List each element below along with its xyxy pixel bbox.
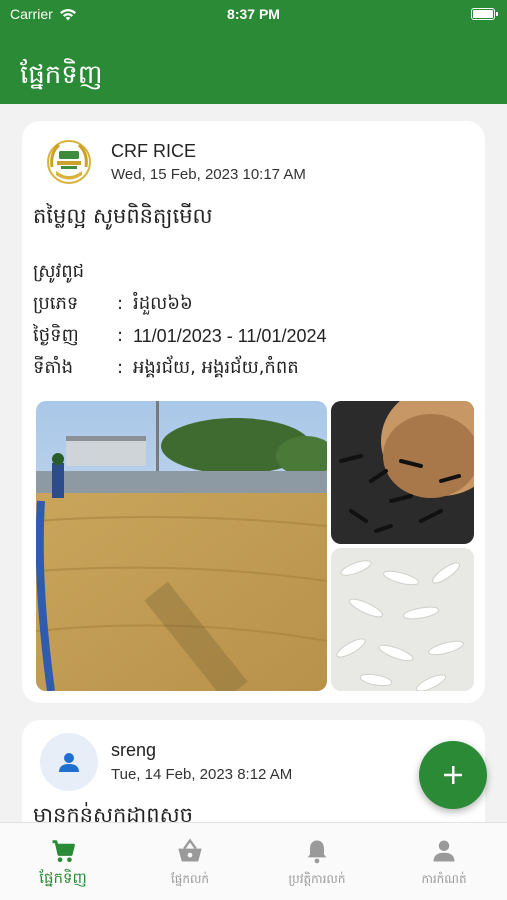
detail-value: 11/01/2023 - 11/01/2024 <box>133 326 327 346</box>
detail-label: ប្រភេទ <box>33 293 79 314</box>
detail-label: ថ្ងៃទិញ <box>33 325 79 346</box>
post-date: Tue, 14 Feb, 2023 8:12 AM <box>111 766 293 783</box>
battery-icon <box>471 8 498 20</box>
tab-label: ផ្នែកលក់ <box>170 872 210 886</box>
person-icon <box>433 840 455 862</box>
detail-row-date: ថ្ងៃទិញ : 11/01/2023 - 11/01/2024 <box>33 320 473 352</box>
tab-label: ការកំណត់ <box>421 872 467 886</box>
post-card[interactable]: sreng Tue, 14 Feb, 2023 8:12 AM មានកន់សក… <box>22 720 485 822</box>
tab-sell[interactable]: ផ្នែកលក់ <box>127 823 253 900</box>
tab-label: ប្រវត្តិការលក់ <box>288 872 346 886</box>
detail-value: រំដួល៦៦ <box>133 293 193 314</box>
post-card[interactable]: CRF RICE Wed, 15 Feb, 2023 10:17 AM តម្ល… <box>22 121 485 703</box>
person-icon <box>59 753 79 772</box>
rice-drying-field-photo[interactable] <box>36 401 327 691</box>
post-author: CRF RICE <box>111 141 196 161</box>
cart-icon <box>52 840 75 863</box>
detail-row-type: ប្រភេទ : រំដួល៦៦ <box>33 288 473 320</box>
page-title: ផ្នែកទិញ <box>20 60 103 90</box>
detail-separator: : <box>117 325 124 346</box>
post-title: មានកន់សកដាពសច <box>33 803 193 822</box>
post-title: តម្លៃល្អ សូមពិនិត្យមើល <box>33 204 213 228</box>
white-rice-grains-photo[interactable] <box>331 548 474 691</box>
detail-separator: : <box>117 293 124 314</box>
avatar <box>40 733 98 791</box>
basket-icon <box>178 838 202 862</box>
add-post-button[interactable] <box>419 741 487 809</box>
bottom-tab-bar: ផ្នែកទិញ ផ្នែកលក់ ប្រវត្តិការលក់ ការកំណត… <box>0 822 507 900</box>
detail-label: ទីតាំង <box>33 357 73 378</box>
tab-buy[interactable]: ផ្នែកទិញ <box>0 823 126 900</box>
bell-icon <box>307 840 327 864</box>
status-bar: Carrier 8:37 PM <box>0 0 507 44</box>
detail-row-location: ទីតាំង : អង្គរជ័យ, អង្គរជ័យ,កំពត <box>33 352 473 384</box>
post-author: sreng <box>111 740 157 760</box>
tab-settings[interactable]: ការកំណត់ <box>381 823 507 900</box>
post-feed[interactable]: CRF RICE Wed, 15 Feb, 2023 10:17 AM តម្ល… <box>0 104 507 822</box>
post-details: ស្រូវពូជ ប្រភេទ : រំដួល៦៦ ថ្ងៃទិញ : 11/0… <box>33 256 473 384</box>
tab-label: ផ្នែកទិញ <box>39 869 87 887</box>
clock: 8:37 PM <box>227 6 280 22</box>
app-header: ផ្នែកទិញ <box>0 44 507 104</box>
plus-icon <box>444 766 462 784</box>
post-category: ស្រូវពូជ <box>33 261 85 282</box>
post-date: Wed, 15 Feb, 2023 10:17 AM <box>111 166 306 183</box>
detail-separator: : <box>117 357 124 378</box>
tab-sales-history[interactable]: ប្រវត្តិការលក់ <box>254 823 380 900</box>
detail-value: អង្គរជ័យ, អង្គរជ័យ,កំពត <box>133 357 299 378</box>
black-rice-bowl-photo[interactable] <box>331 401 474 544</box>
crf-rice-logo <box>47 140 91 184</box>
